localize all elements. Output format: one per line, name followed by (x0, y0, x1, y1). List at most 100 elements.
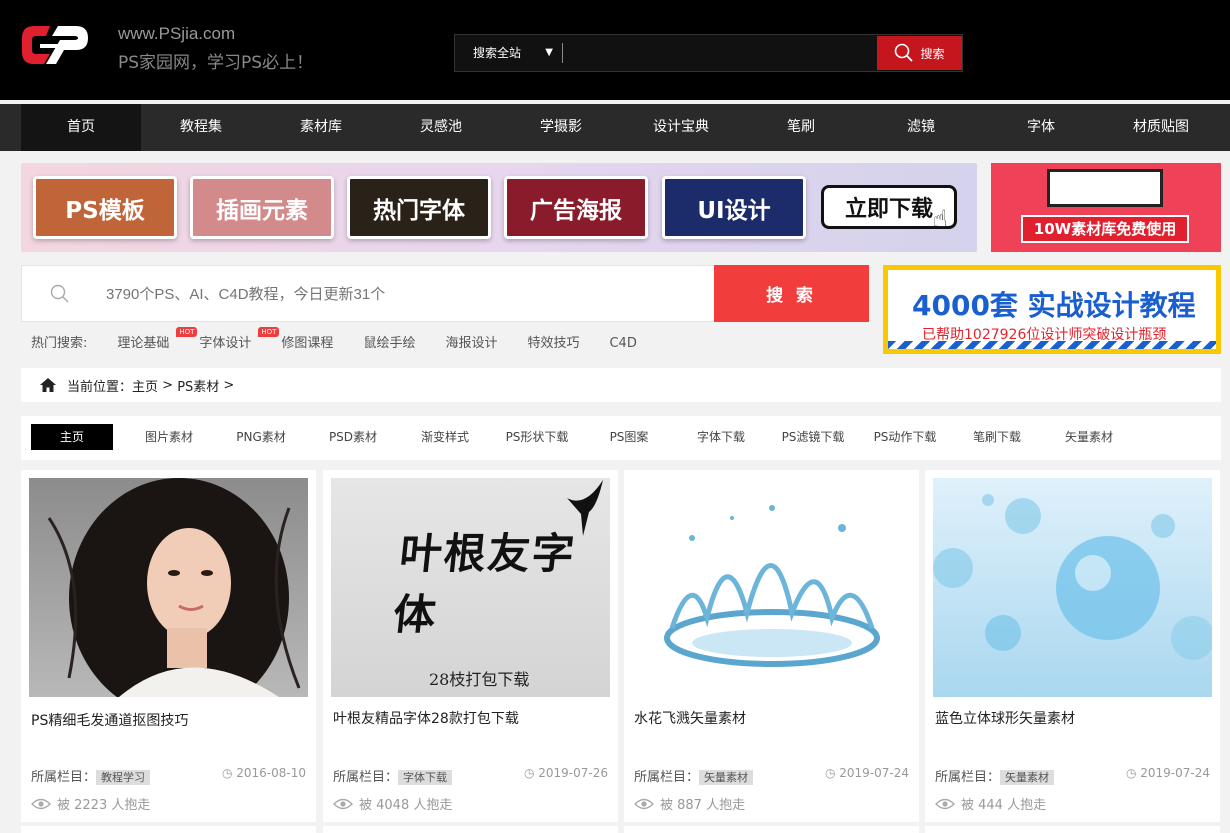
category-tab-shapes[interactable]: PS形状下载 (491, 424, 583, 450)
card-date: ◷ 2019-07-26 (523, 766, 608, 780)
card-column-badge[interactable]: 教程学习 (96, 770, 151, 785)
breadcrumb-home-link[interactable]: 主页 (132, 376, 158, 395)
category-tab-png[interactable]: PNG素材 (215, 424, 307, 450)
divider (562, 43, 563, 63)
resource-card[interactable]: PS精细毛发通道抠图技巧 所属栏目： 教程学习 ◷ 2016-08-10 被 22… (21, 470, 316, 822)
tutorial-search-input[interactable] (106, 282, 706, 306)
promo-tile-illustration[interactable]: 插画元素 (190, 176, 334, 239)
hot-tag-mouse-drawing[interactable]: 鼠绘手绘 (363, 333, 415, 355)
card-title[interactable]: PS精细毛发通道抠图技巧 (31, 710, 188, 730)
promo-banner[interactable]: PS模板 插画元素 热门字体 广告海报 UI设计 立即下载 ☝ (21, 163, 977, 252)
header-search-input[interactable] (567, 39, 873, 67)
search-scope-label: 搜索全站 (473, 46, 522, 60)
bubbles-image (933, 494, 1212, 660)
nav-item-brushes[interactable]: 笔刷 (741, 104, 861, 151)
hot-tag-font-design[interactable]: 字体设计 HOT (199, 327, 280, 355)
ad-course-title: 4000套 实战设计教程 (912, 289, 1196, 322)
ad-material-library[interactable]: 10W素材库免费使用 (991, 163, 1221, 252)
resource-card[interactable]: 叶根友字体 28枝打包下载 叶根友精品字体28款打包下载 所属栏目： 字体下载 ◷… (323, 470, 618, 822)
nav-item-tutorials[interactable]: 教程集 (141, 104, 261, 151)
hot-searches: 热门搜索: 理论基础 HOT 字体设计 HOT 修图课程 鼠绘手绘 海报设计 特效技… (31, 327, 667, 355)
category-tab-brushes[interactable]: 笔刷下载 (951, 424, 1043, 450)
eye-icon (634, 798, 654, 809)
category-tab-psd[interactable]: PSD素材 (307, 424, 399, 450)
main-nav: 首页 教程集 素材库 灵感池 学摄影 设计宝典 笔刷 滤镜 字体 材质贴图 (0, 104, 1230, 151)
card-thumbnail-calligraphy[interactable]: 叶根友字体 28枝打包下载 (331, 478, 610, 697)
resource-card[interactable]: 水花飞溅矢量素材 所属栏目： 矢量素材 ◷ 2019-07-24 被 887 人抱… (624, 470, 919, 822)
hot-tag-c4d[interactable]: C4D (609, 333, 636, 355)
promo-tile-ps-templates[interactable]: PS模板 (33, 176, 177, 239)
card-title[interactable]: 水花飞溅矢量素材 (634, 708, 746, 728)
clock-icon: ◷ (824, 766, 840, 780)
category-tab-home[interactable]: 主页 (31, 424, 113, 450)
header-search-button[interactable]: 搜索 (877, 36, 962, 70)
hot-tag-effects[interactable]: 特效技巧 (527, 333, 579, 355)
nav-item-filters[interactable]: 滤镜 (861, 104, 981, 151)
card-date: ◷ 2016-08-10 (221, 766, 306, 780)
category-tab-gradients[interactable]: 渐变样式 (399, 424, 491, 450)
next-row-card (624, 826, 919, 833)
site-logo[interactable] (20, 22, 92, 74)
category-tab-vectors[interactable]: 矢量素材 (1043, 424, 1135, 450)
next-row-card (323, 826, 618, 833)
nav-item-home[interactable]: 首页 (21, 104, 141, 151)
nav-item-design-guide[interactable]: 设计宝典 (621, 104, 741, 151)
portrait-image (47, 478, 301, 697)
calligraphy-subtext: 28枝打包下载 (429, 670, 530, 689)
search-scope-select[interactable]: 搜索全站 ▼ (455, 35, 563, 71)
card-date: ◷ 2019-07-24 (1125, 766, 1210, 780)
card-views: 被 2223 人抱走 (31, 794, 150, 813)
nav-item-inspiration[interactable]: 灵感池 (381, 104, 501, 151)
card-views: 被 4048 人抱走 (333, 794, 452, 813)
resource-card[interactable]: 蓝色立体球形矢量素材 所属栏目： 矢量素材 ◷ 2019-07-24 被 444 … (925, 470, 1220, 822)
site-slogan: PS家园网，学习PS必上！ (118, 53, 314, 73)
ad-course-border (888, 341, 1216, 349)
breadcrumb-current-link[interactable]: PS素材 (177, 376, 219, 395)
card-column-badge[interactable]: 矢量素材 (1000, 770, 1055, 785)
card-thumbnail-bubbles[interactable] (933, 478, 1212, 697)
hot-searches-label: 热门搜索: (31, 336, 88, 351)
search-icon (895, 43, 914, 62)
category-tab-images[interactable]: 图片素材 (123, 424, 215, 450)
card-title[interactable]: 叶根友精品字体28款打包下载 (333, 708, 519, 728)
ad-design-course[interactable]: 4000套 实战设计教程 已帮助1027926位设计师突破设计瓶颈 (883, 265, 1221, 354)
hot-tag-poster[interactable]: 海报设计 (445, 333, 497, 355)
card-title[interactable]: 蓝色立体球形矢量素材 (935, 708, 1075, 728)
category-tab-fonts[interactable]: 字体下载 (675, 424, 767, 450)
nav-item-textures[interactable]: 材质贴图 (1101, 104, 1221, 151)
hot-tag-theory[interactable]: 理论基础 HOT (117, 327, 198, 355)
tutorial-search-button[interactable]: 搜 索 (714, 265, 869, 322)
nav-item-fonts[interactable]: 字体 (981, 104, 1101, 151)
card-meta: 所属栏目： 字体下载 ◷ 2019-07-26 (333, 766, 608, 785)
card-column-label: 所属栏目： (935, 770, 1001, 785)
next-row-card (21, 826, 316, 833)
nav-item-materials[interactable]: 素材库 (261, 104, 381, 151)
clock-icon: ◷ (221, 766, 237, 780)
hot-badge: HOT (176, 327, 198, 337)
hot-badge: HOT (258, 327, 280, 337)
category-tab-actions[interactable]: PS动作下载 (859, 424, 951, 450)
hot-tag-retouch[interactable]: 修图课程 (281, 333, 333, 355)
clock-icon: ◷ (1125, 766, 1141, 780)
site-url: www.PSjia.com (118, 24, 236, 43)
promo-tile-fonts[interactable]: 热门字体 (347, 176, 491, 239)
card-thumbnail-water-splash[interactable] (632, 478, 911, 697)
card-column-badge[interactable]: 矢量素材 (699, 770, 754, 785)
next-row-card (925, 826, 1220, 833)
eye-icon (31, 798, 51, 809)
card-column-badge[interactable]: 字体下载 (398, 770, 453, 785)
eye-icon (935, 798, 955, 809)
nav-item-photography[interactable]: 学摄影 (501, 104, 621, 151)
water-splash-image (664, 505, 880, 667)
site-header: www.PSjia.com PS家园网，学习PS必上！ 搜索全站 ▼ 搜索 (0, 0, 1230, 100)
card-column-label: 所属栏目： (31, 770, 97, 785)
calligraphy-text: 叶根友字体 (390, 529, 579, 639)
home-icon (40, 378, 56, 392)
category-tab-patterns[interactable]: PS图案 (583, 424, 675, 450)
promo-tile-posters[interactable]: 广告海报 (504, 176, 648, 239)
category-tab-filters[interactable]: PS滤镜下载 (767, 424, 859, 450)
card-thumbnail-portrait[interactable] (29, 478, 308, 697)
search-icon (50, 284, 69, 303)
card-column-label: 所属栏目： (333, 770, 399, 785)
promo-tile-ui[interactable]: UI设计 (662, 176, 806, 239)
